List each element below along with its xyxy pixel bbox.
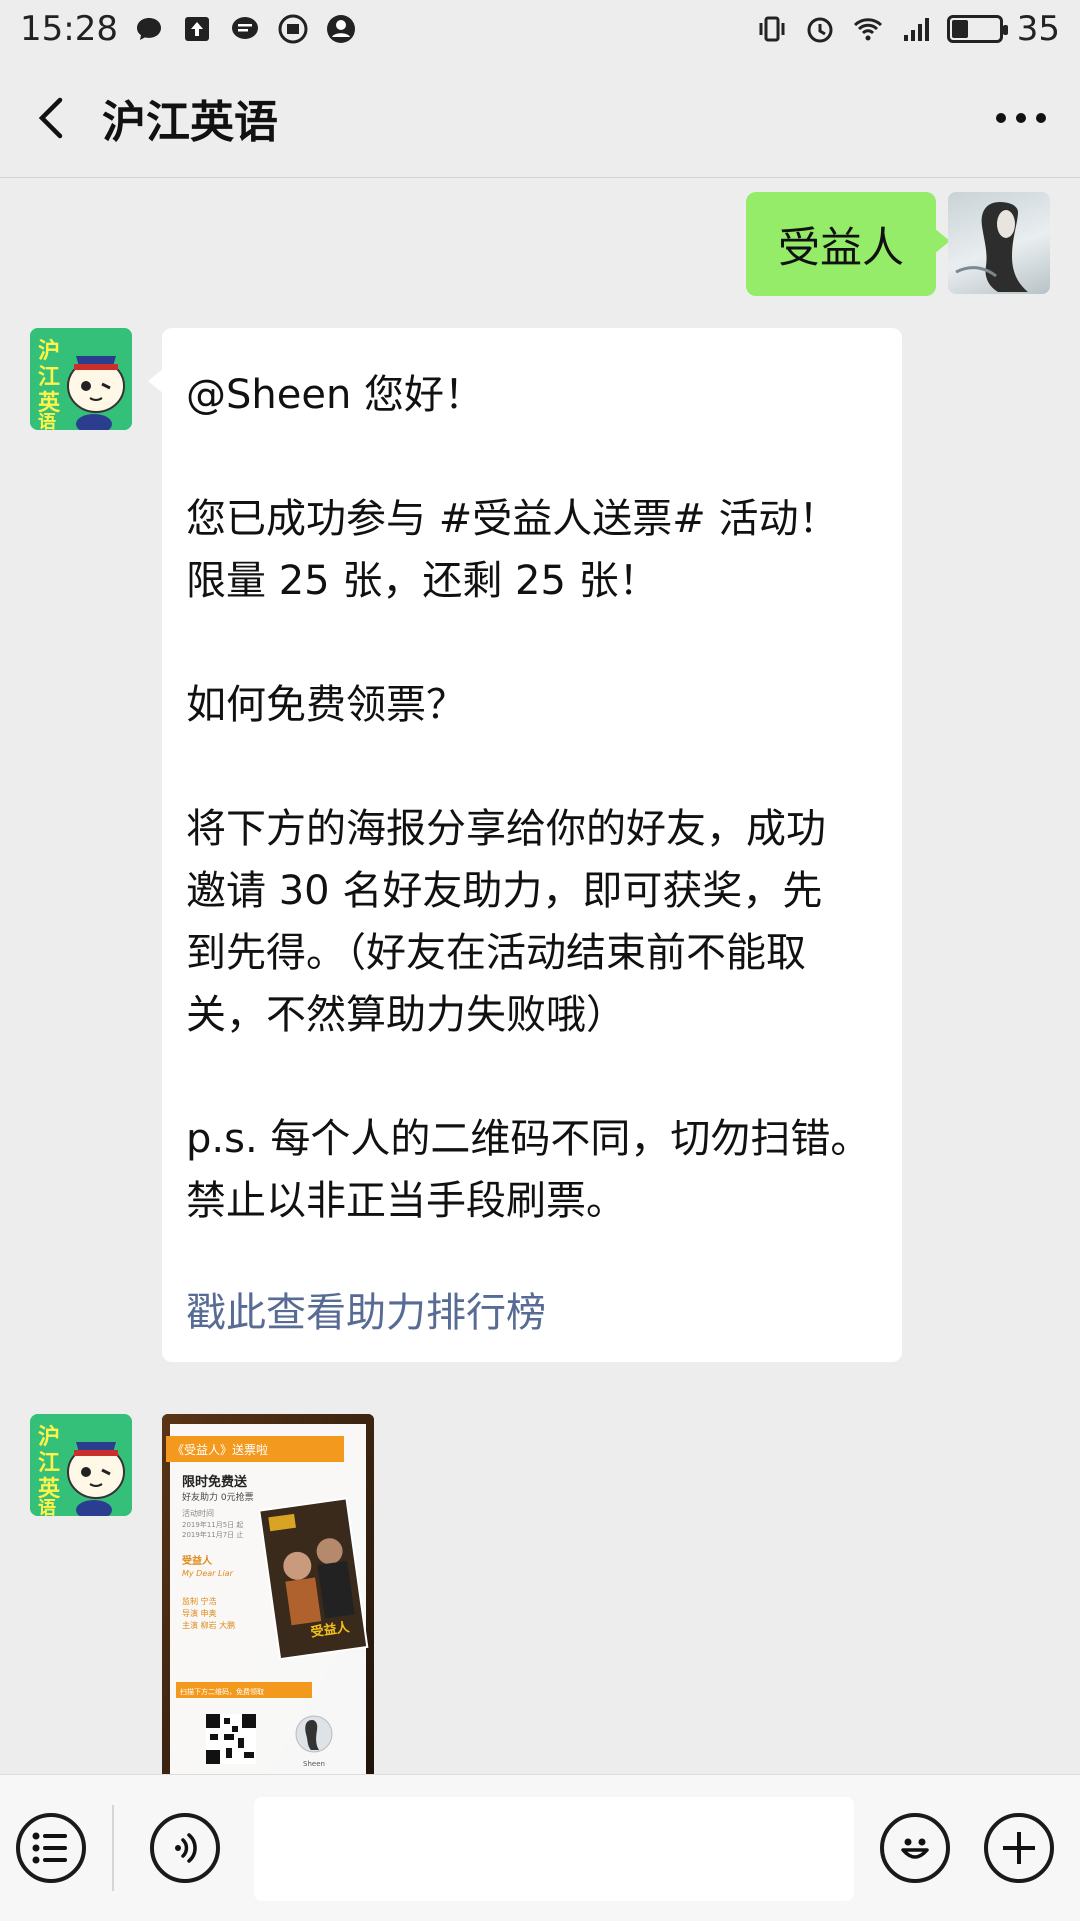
poster-credit-1: 监制 宁浩 bbox=[182, 1596, 217, 1606]
poster-scan-text: 扫描下方二维码，免费领取 bbox=[180, 1687, 264, 1696]
signal-icon bbox=[899, 12, 933, 46]
voice-icon bbox=[175, 1833, 197, 1863]
user-avatar-image bbox=[955, 202, 1028, 292]
svg-text:江: 江 bbox=[38, 1451, 60, 1476]
plus-button[interactable] bbox=[984, 1813, 1054, 1883]
poster-headline: 限时免费送 bbox=[182, 1474, 248, 1490]
battery-level: 35 bbox=[1016, 9, 1060, 49]
svg-text:沪: 沪 bbox=[38, 338, 60, 364]
status-right: 35 bbox=[755, 9, 1060, 49]
more-icon bbox=[996, 112, 1046, 123]
message-input[interactable] bbox=[254, 1797, 854, 1901]
svg-text:江: 江 bbox=[38, 365, 60, 390]
ps-text: p.s. 每个人的二维码不同，切勿扫错。 禁止以非正当手段刷票。 bbox=[186, 1116, 871, 1224]
chat-bubble-icon bbox=[132, 12, 166, 46]
chevron-left-icon bbox=[38, 97, 63, 138]
input-bar bbox=[0, 1774, 1080, 1921]
hujiang-logo: 沪 江 英 语 bbox=[30, 328, 132, 430]
poster-movie-en: My Dear Liar bbox=[182, 1569, 234, 1578]
person-icon bbox=[324, 12, 358, 46]
status-bar: 15:28 35 bbox=[0, 0, 1080, 58]
message-icon bbox=[228, 12, 262, 46]
poster-sub: 好友助力 0元抢票 bbox=[182, 1491, 254, 1503]
page-title: 沪江英语 bbox=[102, 96, 278, 148]
poster-credit-3: 主演 柳岩 大鹏 bbox=[182, 1620, 235, 1630]
chat-area[interactable]: 受益人 沪 江 英 语 @Sheen 您好！ 您已成功参与 #受益人送票# 活动… bbox=[0, 180, 1080, 1774]
how-to-text: 如何免费领票？ bbox=[186, 682, 466, 728]
back-button[interactable] bbox=[24, 90, 80, 146]
poster-time-2: 2019年11月7日 止 bbox=[182, 1530, 243, 1539]
menu-button[interactable] bbox=[16, 1813, 86, 1883]
input-divider bbox=[112, 1805, 114, 1891]
sent-message-bubble[interactable]: 受益人 bbox=[746, 192, 951, 296]
vibrate-icon bbox=[755, 12, 789, 46]
upload-icon bbox=[180, 12, 214, 46]
poster-banner: 《受益人》送票啦 bbox=[172, 1442, 268, 1457]
official-account-avatar-2[interactable]: 沪 江 英 语 bbox=[30, 1414, 132, 1516]
greeting-text: @Sheen 您好！ bbox=[186, 372, 485, 418]
instructions-text: 将下方的海报分享给你的好友，成功 邀请 30 名好友助力，即可获奖，先 到先得。… bbox=[186, 806, 826, 1038]
status-left: 15:28 bbox=[20, 9, 358, 49]
poster-movie-cn: 受益人 bbox=[182, 1554, 213, 1567]
hujiang-logo: 沪 江 英 语 bbox=[30, 1414, 132, 1516]
more-button[interactable] bbox=[986, 90, 1056, 146]
svg-text:语: 语 bbox=[38, 412, 56, 430]
emoji-button[interactable] bbox=[880, 1813, 950, 1883]
chat-header: 沪江英语 bbox=[0, 58, 1080, 178]
qr-code bbox=[206, 1714, 256, 1764]
poster-image-message[interactable]: 《受益人》送票啦 限时免费送 好友助力 0元抢票 活动时间 2019年11月5日… bbox=[162, 1414, 374, 1774]
poster-credit-2: 导演 申奥 bbox=[182, 1608, 217, 1618]
received-message-bubble[interactable]: @Sheen 您好！ 您已成功参与 #受益人送票# 活动！ 限量 25 张，还剩… bbox=[148, 328, 902, 1362]
emoji-icon bbox=[901, 1838, 929, 1859]
official-account-avatar[interactable]: 沪 江 英 语 bbox=[30, 328, 132, 430]
ranking-link[interactable]: 戳此查看助力排行榜 bbox=[186, 1282, 878, 1344]
svg-text:语: 语 bbox=[38, 1498, 56, 1516]
wifi-icon bbox=[851, 12, 885, 46]
poster-image: 《受益人》送票啦 限时免费送 好友助力 0元抢票 活动时间 2019年11月5日… bbox=[162, 1414, 374, 1774]
poster-time-1: 2019年11月5日 起 bbox=[182, 1520, 243, 1529]
svg-text:沪: 沪 bbox=[38, 1424, 60, 1450]
battery-icon bbox=[946, 15, 1008, 43]
sent-message-text: 受益人 bbox=[778, 222, 905, 272]
participation-text: 您已成功参与 #受益人送票# 活动！ 限量 25 张，还剩 25 张！ bbox=[186, 496, 839, 604]
list-menu-icon bbox=[32, 1832, 67, 1864]
plus-icon bbox=[1003, 1832, 1035, 1864]
status-time: 15:28 bbox=[20, 9, 118, 49]
poster-user-name: Sheen bbox=[303, 1760, 325, 1768]
alarm-icon bbox=[803, 12, 837, 46]
voice-button[interactable] bbox=[150, 1813, 220, 1883]
user-avatar[interactable] bbox=[948, 192, 1050, 294]
poster-time-label: 活动时间 bbox=[182, 1508, 214, 1518]
app-icon bbox=[276, 12, 310, 46]
